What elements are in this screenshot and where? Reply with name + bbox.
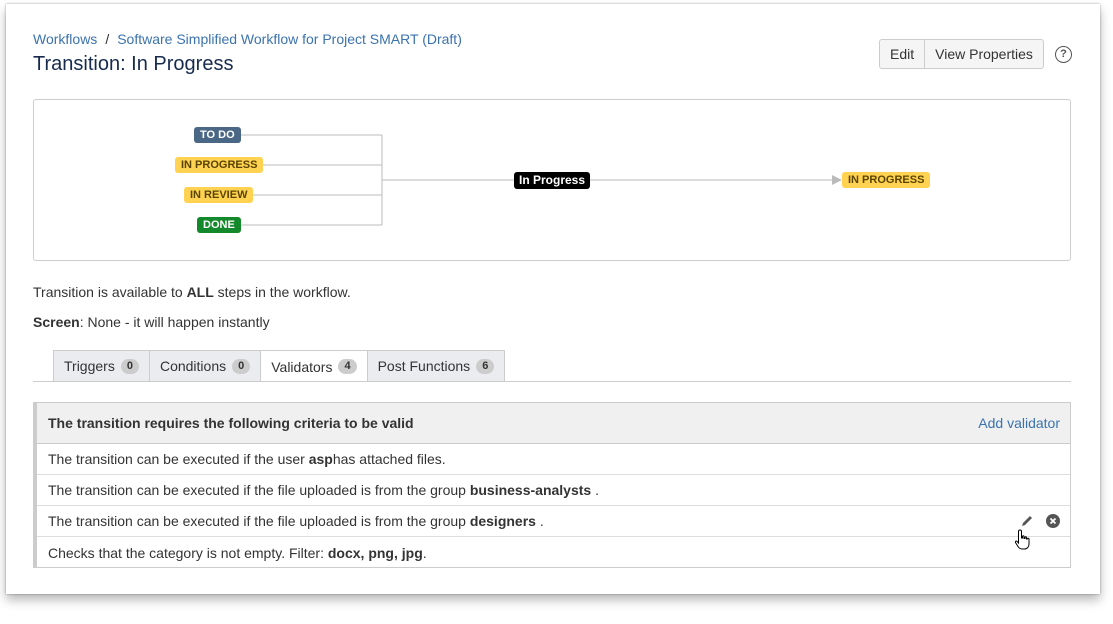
remove-icon[interactable]: [1046, 514, 1060, 528]
validators-panel-header: The transition requires the following cr…: [37, 403, 1070, 444]
validators-panel-title: The transition requires the following cr…: [48, 415, 414, 431]
validator-row[interactable]: The transition can be executed if the fi…: [37, 475, 1070, 506]
screen-text: Screen: None - it will happen instantly: [33, 314, 270, 330]
status-lozenge-to: IN PROGRESS: [842, 172, 931, 188]
tab-count-badge: 4: [338, 359, 357, 374]
transition-diagram: TO DO IN PROGRESS IN REVIEW DONE In Prog…: [33, 99, 1071, 261]
view-properties-button[interactable]: View Properties: [925, 39, 1044, 69]
validators-panel: The transition requires the following cr…: [33, 402, 1071, 568]
arrow-head-icon: [832, 175, 842, 185]
validator-row[interactable]: Checks that the category is not empty. F…: [37, 537, 1070, 568]
transition-name-label: In Progress: [514, 172, 591, 189]
tab-triggers[interactable]: Triggers 0: [53, 350, 150, 381]
tab-count-badge: 6: [476, 358, 495, 374]
validator-row-actions: [1020, 514, 1060, 528]
hand-pointer-cursor-icon: [1014, 529, 1030, 550]
add-validator-link[interactable]: Add validator: [978, 415, 1060, 431]
tab-post-functions[interactable]: Post Functions 6: [367, 350, 506, 381]
validator-row[interactable]: The transition can be executed if the us…: [37, 444, 1070, 475]
tabs-divider: [33, 381, 1071, 382]
breadcrumb: Workflows / Software Simplified Workflow f…: [33, 31, 462, 47]
header-actions: Edit View Properties: [879, 39, 1044, 69]
help-icon[interactable]: ?: [1055, 46, 1072, 63]
tab-count-badge: 0: [120, 358, 139, 374]
breadcrumb-workflows-link[interactable]: Workflows: [33, 31, 97, 47]
tab-validators[interactable]: Validators 4: [261, 350, 368, 382]
tab-count-badge: 0: [232, 358, 251, 374]
edit-button[interactable]: Edit: [879, 39, 926, 69]
transition-tabs: Triggers 0 Conditions 0 Validators 4 Post F…: [53, 350, 506, 382]
availability-text: Transition is available to ALL steps in …: [33, 284, 351, 300]
screen-label: Screen: [33, 314, 80, 330]
tab-conditions[interactable]: Conditions 0: [149, 350, 262, 381]
pencil-icon[interactable]: [1020, 514, 1034, 528]
status-lozenge-from: TO DO: [194, 127, 241, 143]
screen-value: : None - it will happen instantly: [79, 314, 270, 330]
validator-row[interactable]: The transition can be executed if the fi…: [37, 506, 1070, 537]
page-title: Transition: In Progress: [33, 53, 234, 75]
availability-scope: ALL: [186, 284, 214, 300]
breadcrumb-workflow-name-link[interactable]: Software Simplified Workflow for Project…: [117, 31, 462, 47]
status-lozenge-from: IN PROGRESS: [175, 157, 264, 173]
status-lozenge-from: IN REVIEW: [184, 187, 254, 203]
breadcrumb-separator: /: [105, 31, 110, 47]
workflow-transition-card: Workflows / Software Simplified Workflow f…: [6, 4, 1100, 594]
status-lozenge-from: DONE: [197, 217, 241, 233]
